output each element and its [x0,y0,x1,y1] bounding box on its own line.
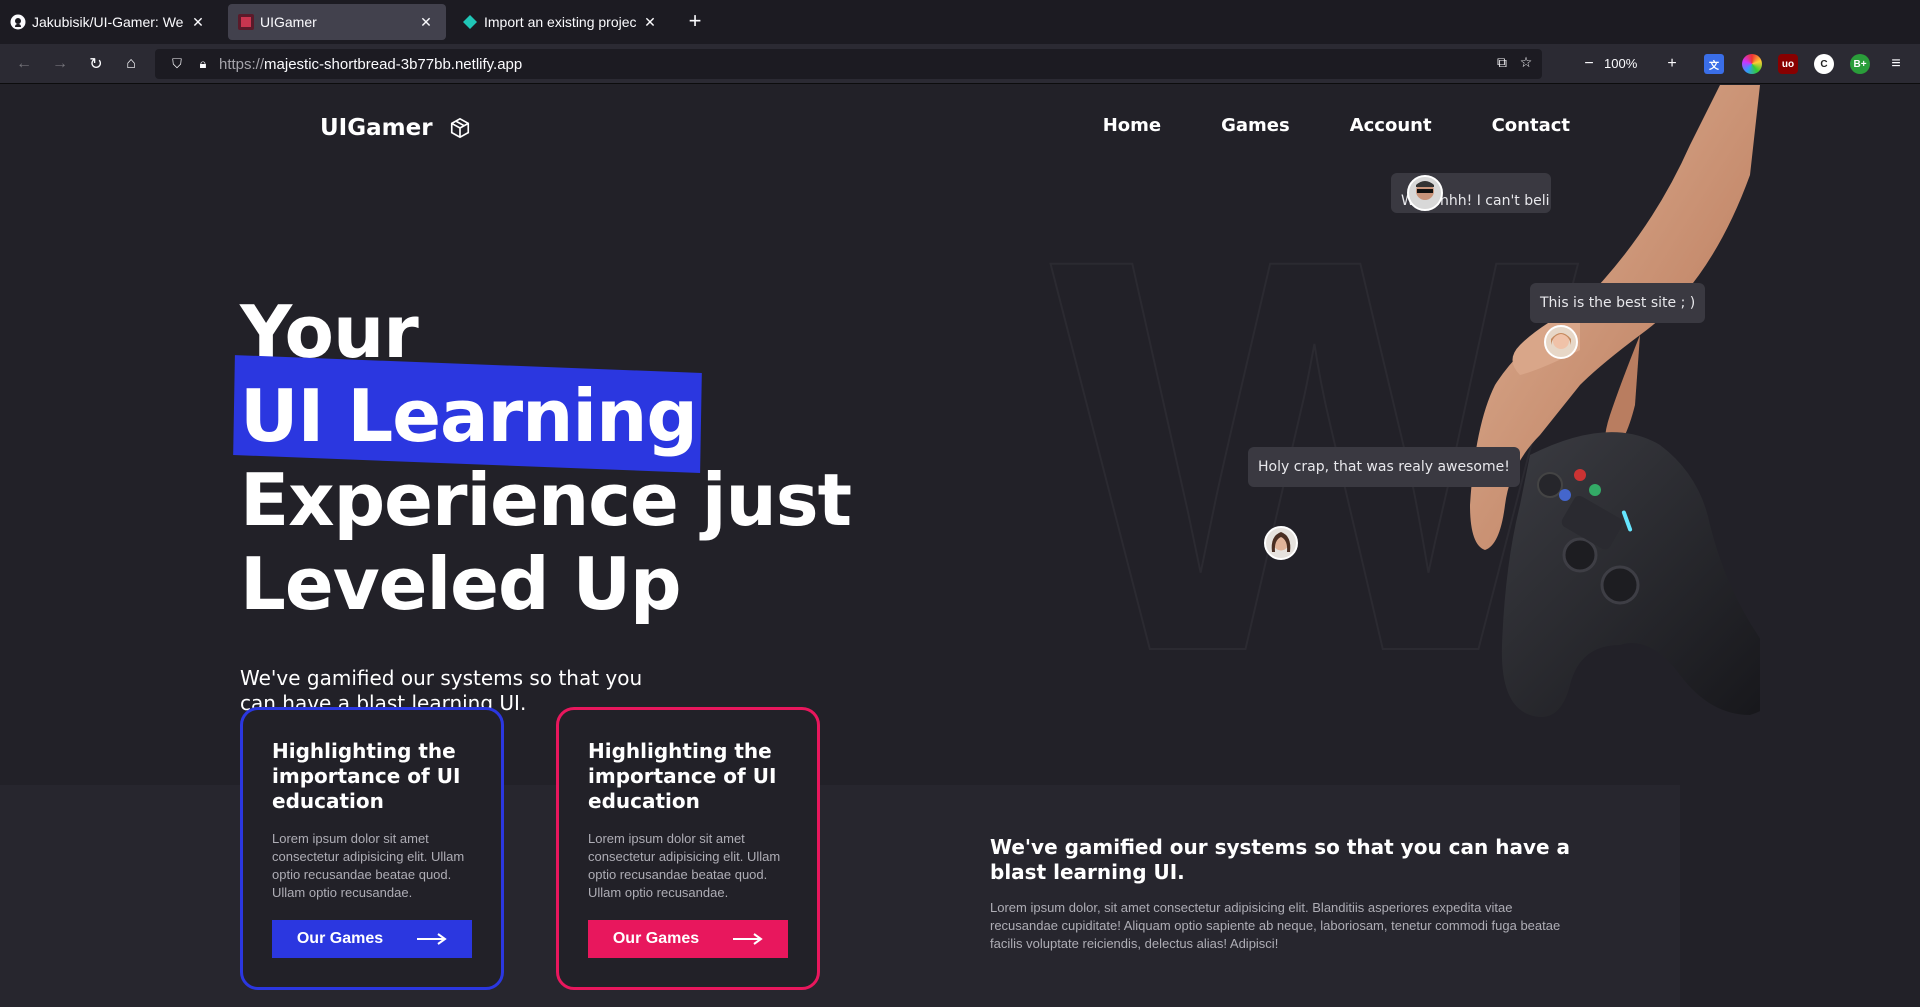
arrow-right-icon [733,933,763,945]
tab-title: Import an existing project [484,14,636,30]
netlify-icon [462,14,478,30]
address-bar[interactable]: ⛉ 🔒︎ https://majestic-shortbread-3b77bb.… [155,49,1542,79]
info-block: We've gamified our systems so that you c… [990,835,1580,953]
close-icon[interactable]: ✕ [188,12,208,32]
uigamer-icon [238,14,254,30]
avatar [1544,325,1578,359]
close-icon[interactable]: ✕ [416,12,436,32]
site-logo[interactable]: UIGamer [320,115,471,141]
forward-arrow-icon[interactable]: → [46,50,74,78]
shield-icon[interactable]: ⛉ [167,56,187,72]
feature-card-pink: Highlighting the importance of UI educat… [556,707,820,990]
avatar [1264,526,1298,560]
info-body: Lorem ipsum dolor, sit amet consectetur … [990,900,1561,951]
zoom-level[interactable]: 100% [1604,56,1637,71]
ublock-extension-icon[interactable]: uo [1778,54,1798,74]
our-games-button[interactable]: Our Games [588,920,788,958]
hero-heading-line-2: Experience just [240,458,852,542]
lock-icon[interactable]: 🔒︎ [193,56,213,72]
github-icon [10,14,26,30]
arrow-right-icon [417,933,447,945]
translate-icon[interactable]: ⧉ [1492,54,1512,74]
browser-tab-bar: Jakubisik/UI-Gamer: Websi ✕ UIGamer ✕ Im… [0,0,1920,44]
hero-heading-line-3: Leveled Up [240,542,682,626]
browser-toolbar: ← → ↻ ⌂ ⛉ 🔒︎ https://majestic-shortbread… [0,44,1920,84]
cube-icon [450,117,469,139]
tab-github[interactable]: Jakubisik/UI-Gamer: Websi ✕ [0,4,218,40]
feature-card-blue: Highlighting the importance of UI educat… [240,707,504,990]
card-body: Lorem ipsum dolor sit amet consectetur a… [272,831,465,900]
color-picker-extension-icon[interactable] [1742,54,1762,74]
zoom-out-icon[interactable]: − [1575,50,1603,78]
card-title: Highlighting the importance of UI educat… [588,739,777,813]
home-icon[interactable]: ⌂ [117,50,145,78]
nav-home[interactable]: Home [1103,115,1161,136]
card-title: Highlighting the importance of UI educat… [272,739,461,813]
hero-highlight: UI Learning [240,374,698,458]
reload-icon[interactable]: ↻ [82,50,110,78]
grammar-extension-icon[interactable]: B+ [1850,54,1870,74]
bookmark-star-icon[interactable]: ☆ [1516,54,1536,74]
logo-text: UIGamer [320,115,433,141]
tab-title: Jakubisik/UI-Gamer: Websi [32,14,184,30]
zoom-in-icon[interactable]: + [1658,50,1686,78]
back-arrow-icon[interactable]: ← [10,50,38,78]
tab-title: UIGamer [260,14,317,30]
c-extension-icon[interactable]: C [1814,54,1834,74]
card-body: Lorem ipsum dolor sit amet consectetur a… [588,831,781,900]
tab-uigamer[interactable]: UIGamer ✕ [228,4,446,40]
url-text[interactable]: https://majestic-shortbread-3b77bb.netli… [219,56,522,73]
translator-extension-icon[interactable]: 文 [1704,54,1724,74]
our-games-button[interactable]: Our Games [272,920,472,958]
close-icon[interactable]: ✕ [640,12,660,32]
chat-bubble: This is the best site ; ) [1530,283,1706,323]
chat-bubble: Holy crap, that was realy awesome! [1248,447,1520,487]
info-title: We've gamified our systems so that you c… [990,835,1571,884]
avatar [1407,175,1443,211]
hero-heading-line-1: Your UI Learning [240,290,698,458]
new-tab-button[interactable]: + [683,10,707,34]
web-page: W UIGamer Home Games Account Contact You… [0,85,1920,1007]
hero-section: Your UI Learning Experience just Leveled… [240,290,880,716]
tab-netlify[interactable]: Import an existing project ✕ [452,4,670,40]
menu-icon[interactable]: ≡ [1882,50,1910,78]
